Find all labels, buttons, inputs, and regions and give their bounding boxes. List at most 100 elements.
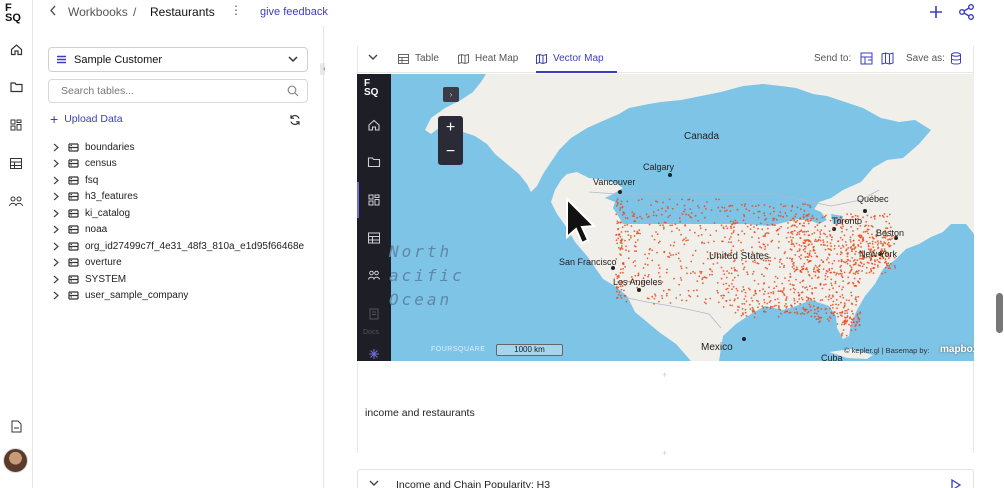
more-options-icon[interactable]: ⋮ xyxy=(230,3,242,17)
send-to-map-icon[interactable] xyxy=(881,52,894,65)
database-icon xyxy=(68,208,79,218)
chevron-right-icon[interactable] xyxy=(51,225,61,234)
data-sidebar: Sample Customer + Upload Data boundaries… xyxy=(33,26,324,488)
share-icon[interactable] xyxy=(957,2,977,22)
table-name: h3_features xyxy=(85,191,138,202)
map-app-logo: F SQ xyxy=(364,78,379,98)
chevron-right-icon[interactable] xyxy=(51,242,61,251)
collapse-cell-chevron-icon[interactable] xyxy=(369,480,379,487)
chevron-right-icon[interactable] xyxy=(51,176,61,185)
tab-table[interactable]: Table xyxy=(398,53,439,64)
folder-icon[interactable] xyxy=(8,79,24,95)
label-united-states: United States xyxy=(709,251,770,262)
users-icon[interactable] xyxy=(367,268,381,282)
table-tree-item[interactable]: user_sample_company xyxy=(51,289,311,303)
page-title[interactable]: Restaurants xyxy=(150,5,215,19)
tab-table-label: Table xyxy=(415,53,439,64)
zoom-in-button[interactable]: + xyxy=(438,116,463,140)
chevron-right-icon[interactable] xyxy=(51,275,61,284)
send-to-label: Send to: xyxy=(814,53,852,64)
table-tree-item[interactable]: census xyxy=(51,157,311,171)
table-icon[interactable] xyxy=(8,155,24,171)
zoom-out-button[interactable]: − xyxy=(438,141,463,165)
docs-label: Docs xyxy=(363,329,379,336)
table-tree-item[interactable]: overture xyxy=(51,256,311,270)
expand-panel-button[interactable]: › xyxy=(443,87,459,102)
back-chevron-icon[interactable] xyxy=(49,5,57,19)
map-scale-bar: 1000 km xyxy=(496,344,563,356)
layers-icon[interactable] xyxy=(367,193,381,207)
breadcrumb-workbooks[interactable]: Workbooks xyxy=(68,5,128,19)
mouse-cursor-icon xyxy=(566,197,597,245)
chevron-right-icon[interactable] xyxy=(51,159,61,168)
map-attribution[interactable]: © kepler.gl | Basemap by: xyxy=(844,346,929,355)
add-icon[interactable] xyxy=(926,2,946,22)
foursquare-logo: FOURSQUARE xyxy=(431,346,486,353)
table-icon[interactable] xyxy=(367,231,381,245)
workspace-select[interactable]: Sample Customer xyxy=(48,47,308,72)
run-icon[interactable] xyxy=(951,479,961,488)
database-icon xyxy=(68,258,79,267)
table-name: fsq xyxy=(85,174,99,186)
app-logo[interactable]: F SQ xyxy=(5,3,21,24)
chevron-right-icon[interactable] xyxy=(51,143,61,152)
label-new-york: New York xyxy=(859,249,898,259)
table-tree-item[interactable]: fsq xyxy=(51,173,311,187)
user-avatar[interactable] xyxy=(3,448,28,473)
active-panel-indicator xyxy=(357,182,359,218)
send-to-dashboard-icon[interactable] xyxy=(860,52,873,65)
table-name: SYSTEM xyxy=(85,273,127,285)
folder-icon[interactable] xyxy=(367,155,381,169)
chevron-right-icon[interactable] xyxy=(51,258,61,267)
home-icon[interactable] xyxy=(8,41,24,57)
top-bar: Workbooks / Restaurants ⋮ give feedback xyxy=(33,0,1004,26)
mapbox-logo[interactable]: mapbox xyxy=(940,344,974,355)
database-icon[interactable] xyxy=(950,52,962,65)
add-cell-plus-icon[interactable]: + xyxy=(662,370,667,380)
tab-vector-map[interactable]: Vector Map xyxy=(536,53,604,64)
search-icon xyxy=(287,85,299,97)
text-cell[interactable]: income and restaurants xyxy=(357,383,974,453)
tab-heat-map-label: Heat Map xyxy=(475,53,519,64)
chevron-right-icon[interactable] xyxy=(51,209,61,218)
settings-icon[interactable] xyxy=(367,347,381,361)
users-icon[interactable] xyxy=(8,193,24,209)
left-rail: F SQ xyxy=(0,0,33,488)
give-feedback-link[interactable]: give feedback xyxy=(260,6,328,18)
table-tree-item[interactable]: org_id27499c7f_4e31_48f3_810a_e1d95f6646… xyxy=(51,239,311,253)
database-icon xyxy=(68,142,79,152)
label-ocean-north: North xyxy=(389,242,453,261)
add-cell-plus-icon[interactable]: + xyxy=(662,448,667,458)
chevron-right-icon[interactable] xyxy=(51,291,61,300)
basemap[interactable] xyxy=(391,74,974,361)
cell-tabs-bar: Table Heat Map Vector Map Send to: Save … xyxy=(358,46,973,73)
table-search-input[interactable] xyxy=(61,80,281,102)
file-icon[interactable] xyxy=(8,418,24,434)
upload-data-button[interactable]: + Upload Data xyxy=(50,112,123,126)
table-name: overture xyxy=(85,257,122,268)
label-boston: Boston xyxy=(876,228,905,238)
table-tree-item[interactable]: SYSTEM xyxy=(51,272,311,286)
label-ocean-pacific: acific xyxy=(389,266,465,285)
refresh-icon[interactable] xyxy=(289,114,301,126)
home-icon[interactable] xyxy=(367,118,381,132)
dashboard-icon[interactable] xyxy=(8,117,24,133)
table-tree-item[interactable]: boundaries xyxy=(51,140,311,154)
breadcrumb-separator: / xyxy=(133,5,137,19)
table-tree-item[interactable]: noaa xyxy=(51,223,311,237)
collapse-cell-chevron-icon[interactable] xyxy=(368,54,378,61)
vector-map[interactable]: F SQ Docs › + − Canada Calgary Vancouver… xyxy=(357,74,974,361)
table-tree-item[interactable]: h3_features xyxy=(51,190,311,204)
label-calgary: Calgary xyxy=(643,162,675,172)
table-tree-item[interactable]: ki_catalog xyxy=(51,206,311,220)
main-scrollbar[interactable] xyxy=(996,293,1003,333)
list-icon xyxy=(57,55,66,64)
chevron-right-icon[interactable] xyxy=(51,192,61,201)
table-name: boundaries xyxy=(85,141,135,153)
tab-heat-map[interactable]: Heat Map xyxy=(458,53,518,64)
chevron-down-icon xyxy=(288,56,298,63)
map-canvas[interactable]: › + − Canada Calgary Vancouver Québec To… xyxy=(389,74,974,361)
docs-icon[interactable] xyxy=(367,307,381,321)
query-cell-title: Income and Chain Popularity: H3 xyxy=(396,479,551,488)
label-toronto: Toronto xyxy=(832,216,863,226)
